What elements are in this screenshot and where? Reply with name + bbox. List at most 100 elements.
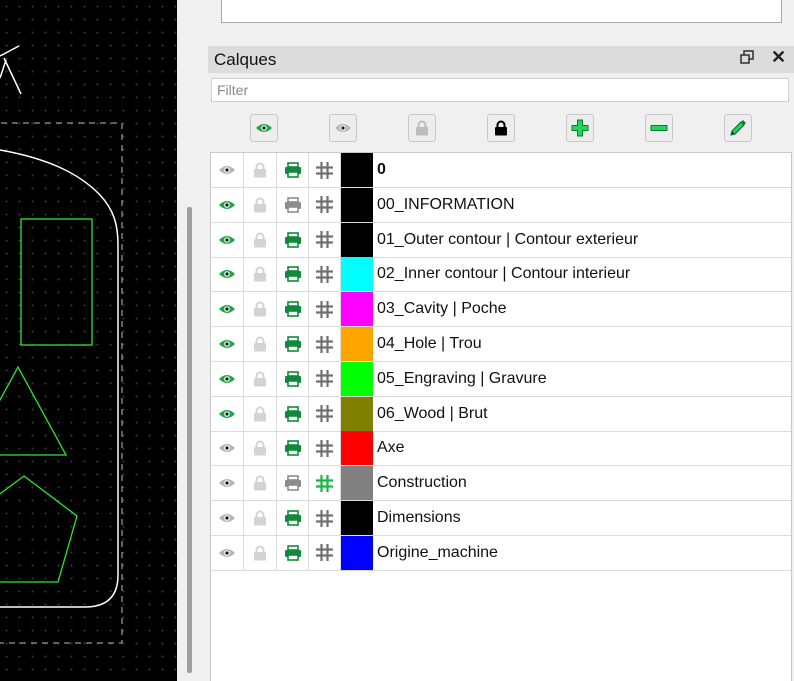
lock-toggle[interactable] (244, 361, 277, 396)
visibility-toggle[interactable] (211, 292, 244, 327)
visibility-toggle[interactable] (211, 153, 244, 187)
layer-color-swatch[interactable] (341, 187, 373, 222)
print-toggle[interactable] (277, 187, 309, 222)
layer-color-swatch[interactable] (341, 292, 373, 327)
lock-toggle[interactable] (244, 292, 277, 327)
construction-toggle[interactable] (309, 327, 341, 361)
construction-toggle[interactable] (309, 396, 341, 431)
color-fill (341, 466, 373, 501)
layer-row[interactable]: 01_Outer contour | Contour exterieur (211, 222, 791, 258)
print-toggle[interactable] (277, 466, 309, 501)
layer-row[interactable]: 02_Inner contour | Contour interieur (211, 257, 791, 293)
layer-row[interactable]: Dimensions (211, 501, 791, 536)
edit-layer-button[interactable] (724, 114, 752, 142)
lock-all-layers-button[interactable] (487, 114, 515, 142)
lock-toggle[interactable] (244, 535, 277, 570)
hide-all-layers-button[interactable] (329, 114, 357, 142)
drawing-canvas[interactable] (0, 0, 177, 681)
printer-icon (284, 510, 302, 526)
lock-toggle[interactable] (244, 153, 277, 187)
printer-icon (284, 405, 302, 422)
print-toggle[interactable] (277, 257, 309, 292)
add-layer-button[interactable] (566, 114, 594, 142)
layer-row[interactable]: Origine_machine (211, 535, 791, 571)
print-toggle[interactable] (277, 292, 309, 327)
print-toggle[interactable] (277, 361, 309, 396)
eye-icon (218, 164, 236, 176)
lock-toggle[interactable] (244, 396, 277, 431)
layer-color-swatch[interactable] (341, 431, 373, 466)
drawing-line (0, 45, 20, 57)
layer-row[interactable]: 05_Engraving | Gravure (211, 361, 791, 397)
layer-row[interactable]: 0 (211, 153, 791, 188)
layer-color-swatch[interactable] (341, 327, 373, 361)
lock-toggle[interactable] (244, 187, 277, 222)
layer-color-swatch[interactable] (341, 501, 373, 535)
layer-color-swatch[interactable] (341, 257, 373, 292)
construction-toggle[interactable] (309, 535, 341, 570)
visibility-toggle[interactable] (211, 501, 244, 535)
layer-row[interactable]: 04_Hole | Trou (211, 327, 791, 362)
float-window-icon[interactable] (740, 50, 754, 68)
canvas-scrollbar-thumb[interactable] (187, 207, 192, 673)
lock-toggle[interactable] (244, 501, 277, 535)
plus-icon (571, 119, 589, 137)
filter-input[interactable] (211, 78, 789, 102)
print-toggle[interactable] (277, 327, 309, 361)
print-toggle[interactable] (277, 501, 309, 535)
layer-row[interactable]: 06_Wood | Brut (211, 396, 791, 432)
visibility-toggle[interactable] (211, 396, 244, 431)
print-toggle[interactable] (277, 222, 309, 257)
visibility-toggle[interactable] (211, 187, 244, 222)
lock-toggle[interactable] (244, 327, 277, 361)
layer-color-swatch[interactable] (341, 222, 373, 257)
visibility-toggle[interactable] (211, 327, 244, 361)
unlock-all-layers-button[interactable] (408, 114, 436, 142)
construction-toggle[interactable] (309, 431, 341, 466)
lock-toggle[interactable] (244, 257, 277, 292)
show-all-layers-button[interactable] (250, 114, 278, 142)
printer-icon (284, 336, 302, 352)
layer-color-swatch[interactable] (341, 153, 373, 187)
lock-toggle[interactable] (244, 466, 277, 501)
visibility-toggle[interactable] (211, 466, 244, 501)
layer-list[interactable]: 0 00_INFORMATION 01_Outer contour | Contou… (210, 152, 792, 681)
unlock-icon (253, 162, 267, 178)
construction-toggle[interactable] (309, 501, 341, 535)
print-toggle[interactable] (277, 431, 309, 466)
print-toggle[interactable] (277, 153, 309, 187)
visibility-toggle[interactable] (211, 431, 244, 466)
color-fill (341, 257, 373, 292)
layer-color-swatch[interactable] (341, 361, 373, 396)
hash-icon (316, 196, 333, 214)
print-toggle[interactable] (277, 535, 309, 570)
construction-toggle[interactable] (309, 222, 341, 257)
print-toggle[interactable] (277, 396, 309, 431)
visibility-toggle[interactable] (211, 535, 244, 570)
layer-row[interactable]: Construction (211, 466, 791, 502)
lock-toggle[interactable] (244, 222, 277, 257)
visibility-toggle[interactable] (211, 222, 244, 257)
layer-color-swatch[interactable] (341, 466, 373, 501)
lock-toggle[interactable] (244, 431, 277, 466)
close-icon[interactable]: ✕ (771, 47, 786, 68)
printer-icon (284, 370, 302, 387)
construction-toggle[interactable] (309, 187, 341, 222)
layer-color-swatch[interactable] (341, 396, 373, 431)
unlock-icon (253, 266, 267, 282)
visibility-toggle[interactable] (211, 361, 244, 396)
layer-color-swatch[interactable] (341, 535, 373, 570)
color-fill (341, 535, 373, 570)
layer-row[interactable]: Axe (211, 431, 791, 467)
layer-row[interactable]: 00_INFORMATION (211, 187, 791, 223)
layer-name: Origine_machine (377, 543, 498, 561)
printer-icon (284, 301, 302, 317)
layer-row[interactable]: 03_Cavity | Poche (211, 292, 791, 328)
construction-toggle[interactable] (309, 361, 341, 396)
remove-layer-button[interactable] (645, 114, 673, 142)
visibility-toggle[interactable] (211, 257, 244, 292)
construction-toggle[interactable] (309, 466, 341, 501)
construction-toggle[interactable] (309, 292, 341, 327)
construction-toggle[interactable] (309, 257, 341, 292)
construction-toggle[interactable] (309, 153, 341, 187)
